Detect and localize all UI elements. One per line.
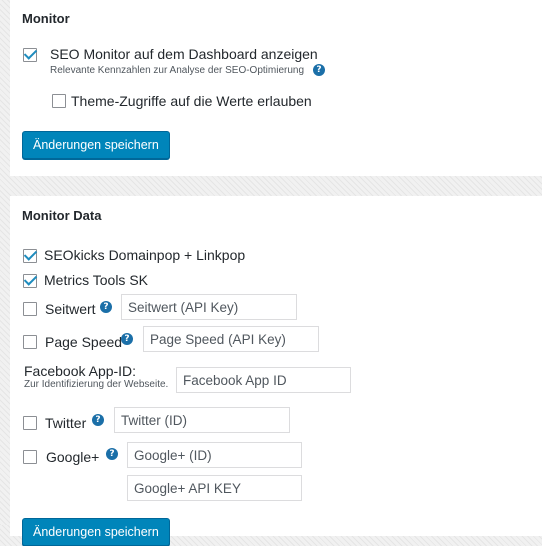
seokicks-checkbox[interactable]: [23, 249, 37, 263]
metrics-tools-label: Metrics Tools SK: [44, 272, 148, 288]
twitter-checkbox[interactable]: [23, 416, 37, 430]
pagespeed-input[interactable]: [143, 326, 319, 352]
seo-monitor-label: SEO Monitor auf dem Dashboard anzeigen: [50, 46, 318, 62]
theme-access-label: Theme-Zugriffe auf die Werte erlauben: [71, 93, 312, 109]
save-button[interactable]: Änderungen speichern: [22, 131, 170, 159]
help-icon[interactable]: ?: [100, 301, 112, 313]
google-plus-checkbox[interactable]: [23, 450, 37, 464]
help-icon[interactable]: ?: [106, 448, 118, 460]
monitor-data-panel: Monitor Data SEOkicks Domainpop + Linkpo…: [10, 196, 542, 546]
metrics-tools-checkbox[interactable]: [23, 274, 37, 288]
save-button[interactable]: Änderungen speichern: [22, 518, 170, 546]
twitter-input[interactable]: [114, 407, 290, 433]
google-plus-label: Google+: [46, 449, 100, 465]
facebook-description: Zur Identifizierung der Webseite.: [24, 379, 169, 390]
pagespeed-checkbox[interactable]: [23, 335, 37, 349]
facebook-label: Facebook App-ID:: [24, 363, 137, 379]
facebook-app-id-input[interactable]: [176, 367, 351, 393]
seitwert-checkbox[interactable]: [23, 302, 37, 316]
twitter-label: Twitter: [45, 415, 87, 431]
pagespeed-label: Page Speed: [45, 334, 123, 350]
monitor-panel: Monitor SEO Monitor auf dem Dashboard an…: [10, 0, 542, 176]
seokicks-label: SEOkicks Domainpop + Linkpop: [44, 247, 246, 263]
seitwert-label: Seitwert: [45, 301, 96, 317]
seo-monitor-description: Relevante Kennzahlen zur Analyse der SEO…: [50, 65, 305, 76]
help-icon[interactable]: ?: [121, 333, 133, 345]
monitor-title: Monitor: [22, 11, 70, 26]
seitwert-input[interactable]: [121, 294, 297, 320]
google-plus-id-input[interactable]: [127, 442, 302, 468]
help-icon[interactable]: ?: [313, 64, 325, 76]
seo-monitor-checkbox[interactable]: [23, 48, 37, 62]
google-plus-api-key-input[interactable]: [127, 475, 302, 501]
monitor-data-title: Monitor Data: [22, 208, 102, 223]
theme-access-checkbox[interactable]: [52, 94, 66, 108]
help-icon[interactable]: ?: [92, 414, 104, 426]
